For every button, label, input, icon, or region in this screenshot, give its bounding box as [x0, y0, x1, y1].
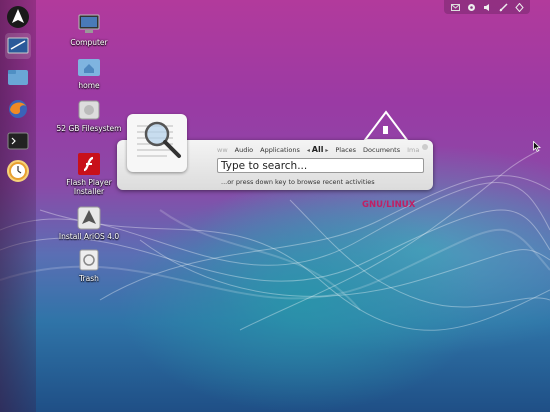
- mouse-cursor-icon: [533, 141, 541, 152]
- desktop-icon-install-arios[interactable]: Install AriOS 4.0: [49, 206, 129, 241]
- clock-icon: [7, 160, 29, 182]
- firefox-button[interactable]: [5, 96, 31, 122]
- tab-places[interactable]: Places: [335, 146, 356, 154]
- computer-label: Computer: [70, 38, 108, 47]
- gnu-linux-label: GNU/LINUX: [362, 200, 416, 210]
- arios-wallpaper-logo: [363, 110, 409, 141]
- desktop-icon-home[interactable]: home: [49, 55, 129, 90]
- top-panel: [444, 0, 530, 14]
- dash-search-window: ww Audio Applications ◂ All ▸ Places Doc…: [117, 114, 433, 190]
- arios-logo-icon: [7, 6, 29, 28]
- terminal-button[interactable]: [5, 128, 31, 154]
- flash-player-icon: [78, 153, 100, 175]
- terminal-icon: [7, 132, 29, 150]
- screenshot-app-icon: [7, 37, 29, 54]
- desktop-icon-filesystem[interactable]: 52 GB Filesystem: [49, 98, 129, 133]
- dash-close-icon[interactable]: [422, 144, 428, 150]
- tab-documents[interactable]: Documents: [363, 146, 400, 154]
- search-input[interactable]: Type to search...: [217, 158, 424, 173]
- trash-label: Trash: [79, 274, 99, 283]
- filesystem-label: 52 GB Filesystem: [56, 124, 122, 133]
- tab-applications[interactable]: Applications: [260, 146, 300, 154]
- tab-audio[interactable]: Audio: [235, 146, 253, 154]
- folder-icon: [8, 70, 28, 85]
- home-folder-icon: [78, 59, 100, 76]
- trash-icon: [79, 249, 99, 271]
- tab-all[interactable]: ◂ All ▸: [307, 145, 329, 154]
- network-icon[interactable]: [498, 2, 508, 12]
- home-folder-button[interactable]: [5, 64, 31, 90]
- launcher: [0, 0, 36, 412]
- desktop-icon-trash[interactable]: Trash: [49, 248, 129, 283]
- installer-icon: [77, 206, 101, 230]
- search-hint: ...or press down key to browse recent ac…: [221, 178, 375, 186]
- home-label: home: [78, 81, 100, 90]
- computer-icon: [78, 14, 100, 33]
- tab-hidden[interactable]: ww: [217, 146, 228, 154]
- install-label: Install AriOS 4.0: [58, 232, 120, 241]
- arios-logo-button[interactable]: [5, 4, 31, 30]
- dash-filter-tabs: ww Audio Applications ◂ All ▸ Places Doc…: [217, 145, 419, 154]
- mail-icon[interactable]: [450, 2, 460, 12]
- drive-icon: [78, 100, 100, 120]
- flash-label-line1: Flash Player: [66, 178, 112, 187]
- tab-more[interactable]: Ima: [407, 146, 419, 154]
- screenshot-app-button[interactable]: [5, 33, 31, 59]
- search-document-icon: [127, 114, 187, 172]
- flash-label-line2: Installer: [73, 187, 105, 196]
- settings-icon[interactable]: [514, 2, 524, 12]
- gear-icon[interactable]: [466, 2, 476, 12]
- desktop-icon-computer[interactable]: Computer: [49, 12, 129, 47]
- firefox-icon: [9, 100, 27, 118]
- clock-button[interactable]: [5, 158, 31, 184]
- volume-icon[interactable]: [482, 2, 492, 12]
